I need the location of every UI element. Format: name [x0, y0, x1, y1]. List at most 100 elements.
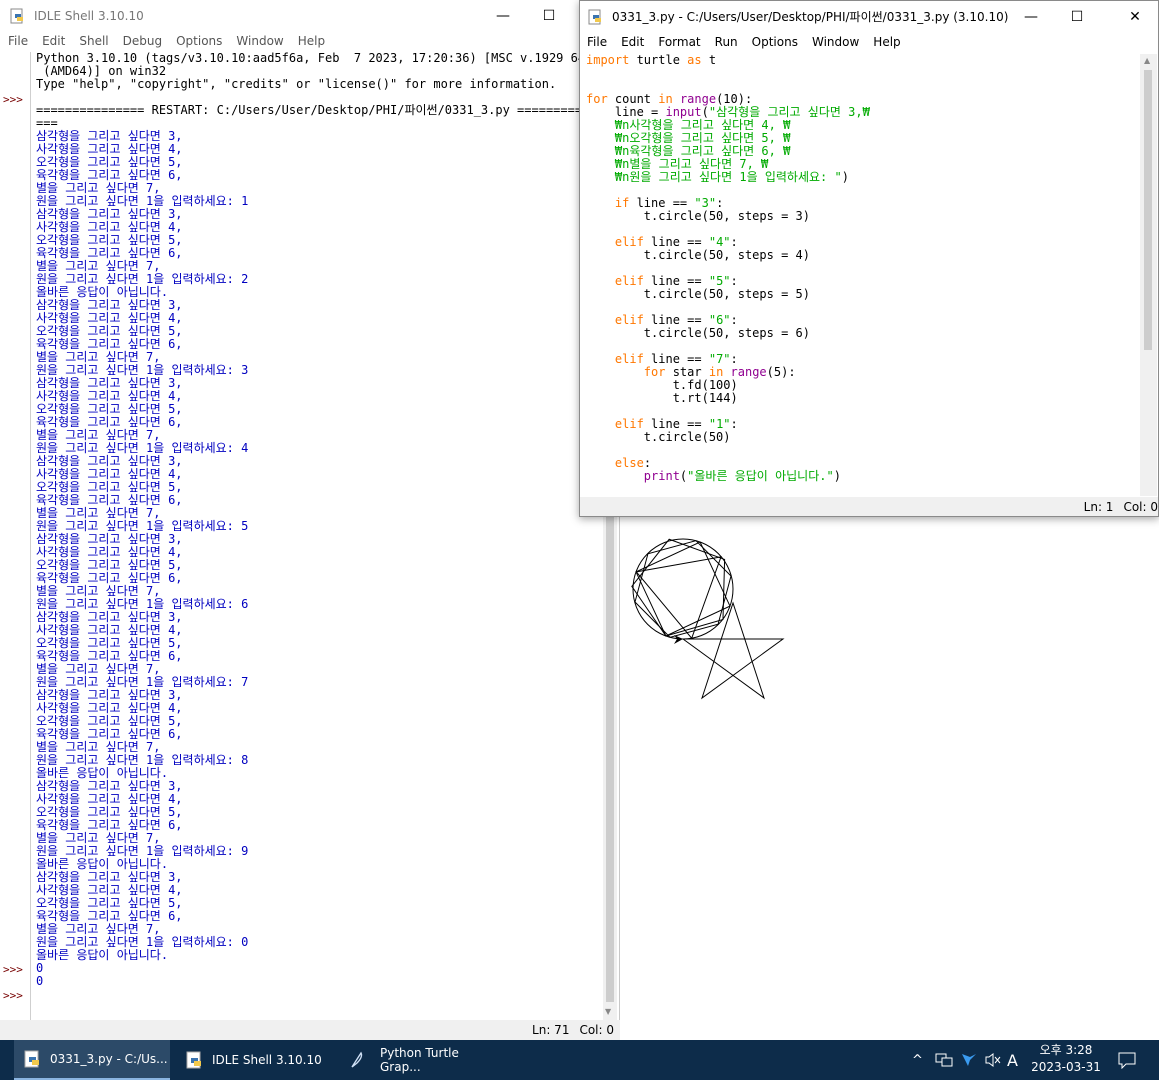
notification-center-icon[interactable]	[1117, 1040, 1137, 1080]
code-token: line ==	[629, 196, 695, 210]
code-token: "1"	[708, 417, 731, 431]
shell-output-line: =============== RESTART: C:/Users/User/D…	[36, 103, 590, 117]
shell-output-area[interactable]: Python 3.10.10 (tags/v3.10.10:aad5f6a, F…	[36, 52, 601, 1020]
scroll-up-arrow-icon[interactable]: ▲	[1144, 56, 1150, 65]
taskbar-item-label: Python Turtle Grap...	[380, 1046, 459, 1074]
shell-maximize-button[interactable]: ☐	[526, 0, 572, 31]
code-token: elif	[614, 417, 644, 431]
code-token: ₩n사각형을 그리고 싶다면 4, ₩	[586, 118, 791, 132]
code-token: "올바른 응답이 아닙니다."	[687, 469, 834, 483]
code-token: for	[643, 365, 666, 379]
code-token: :	[730, 235, 738, 249]
shell-output-line: 올바른 응답이 아닙니다.	[36, 948, 169, 962]
editor-menu-help[interactable]: Help	[873, 35, 900, 49]
vpn-app-icon[interactable]	[960, 1040, 978, 1080]
shell-prompt: >>>	[3, 989, 23, 1002]
editor-close-button[interactable]: ✕	[1112, 1, 1158, 32]
shell-menu-window[interactable]: Window	[236, 34, 283, 48]
code-line: t.circle(50, steps = 6)	[586, 327, 1133, 340]
turtle-graphics-canvas[interactable]	[620, 517, 1159, 1040]
editor-vertical-scrollbar[interactable]: ▲	[1140, 54, 1157, 496]
taskbar-item-label: 0331_3.py - C:/Us...	[50, 1052, 168, 1066]
shell-menu-edit[interactable]: Edit	[42, 34, 65, 48]
idle-editor-window[interactable]: 0331_3.py - C:/Users/User/Desktop/PHI/파이…	[579, 0, 1159, 517]
editor-column-number: Col: 0	[1123, 499, 1158, 514]
code-token: :	[730, 313, 738, 327]
code-token: :	[730, 352, 738, 366]
tray-overflow-chevron-icon[interactable]: ^	[912, 1040, 923, 1080]
shell-prompt: >>>	[3, 963, 23, 976]
turtle-feather-icon	[348, 1051, 366, 1069]
editor-scroll-thumb[interactable]	[1144, 70, 1152, 350]
shell-minimize-button[interactable]: —	[480, 0, 526, 31]
clock-date: 2023-03-31	[1031, 1060, 1101, 1074]
taskbar-item-editor[interactable]: 0331_3.py - C:/Us...	[14, 1040, 170, 1080]
code-token: turtle	[629, 54, 688, 67]
idle-app-icon	[10, 8, 26, 24]
shell-menubar: File Edit Shell Debug Options Window Hel…	[0, 31, 619, 51]
shell-menu-options[interactable]: Options	[176, 34, 222, 48]
editor-menu-file[interactable]: File	[587, 35, 607, 49]
code-token: line ==	[643, 352, 709, 366]
editor-menu-edit[interactable]: Edit	[621, 35, 644, 49]
code-token: t.circle(50, steps = 6)	[586, 326, 810, 340]
code-token: (5):	[766, 365, 796, 379]
code-token: :	[643, 456, 652, 470]
ime-text: A	[1007, 1050, 1018, 1070]
code-token: print	[643, 469, 680, 483]
windows-taskbar: 0331_3.py - C:/Us... IDLE Shell 3.10.10 …	[0, 1040, 1159, 1080]
network-icon[interactable]	[935, 1040, 953, 1080]
code-token: t.circle(50)	[586, 430, 731, 444]
shell-menu-shell[interactable]: Shell	[79, 34, 108, 48]
editor-statusbar: Ln: 1 Col: 0	[580, 497, 1158, 516]
ime-language-indicator[interactable]: A	[1007, 1040, 1018, 1080]
editor-menu-window[interactable]: Window	[812, 35, 859, 49]
code-token: elif	[614, 235, 644, 249]
code-token: "3"	[694, 196, 717, 210]
code-token: t.circle(50, steps = 5)	[586, 287, 810, 301]
code-token: star	[665, 365, 709, 379]
code-token: (	[701, 105, 709, 119]
code-token: line ==	[643, 274, 709, 288]
shell-menu-debug[interactable]: Debug	[123, 34, 162, 48]
code-token: "삼각형을 그리고 싶다면 3,₩	[708, 105, 870, 119]
editor-maximize-button[interactable]: ☐	[1054, 1, 1100, 32]
code-token: :	[730, 417, 738, 431]
code-token: t	[701, 54, 717, 67]
taskbar-clock[interactable]: 오후 3:28 2023-03-31	[1022, 1042, 1110, 1076]
shell-menu-file[interactable]: File	[8, 34, 28, 48]
code-token: )	[833, 469, 841, 483]
taskbar-item-shell[interactable]: IDLE Shell 3.10.10	[176, 1040, 334, 1080]
editor-menu-run[interactable]: Run	[715, 35, 738, 49]
editor-minimize-button[interactable]: —	[1008, 1, 1054, 32]
shell-statusbar: Ln: 71 Col: 0	[0, 1020, 620, 1040]
code-line: import turtle as t	[586, 54, 1133, 67]
code-token: ₩n원을 그리고 싶다면 1을 입력하세요: "	[586, 170, 842, 184]
shell-menu-help[interactable]: Help	[298, 34, 325, 48]
shell-line-number: Ln: 71	[532, 1023, 570, 1037]
editor-menu-options[interactable]: Options	[752, 35, 798, 49]
code-token: ₩n오각형을 그리고 싶다면 5, ₩	[586, 131, 791, 145]
code-token: line ==	[643, 313, 709, 327]
code-token: elif	[614, 352, 644, 366]
scroll-down-arrow-icon[interactable]: ▼	[605, 1007, 611, 1016]
idle-shell-window[interactable]: IDLE Shell 3.10.10 — ☐ File Edit Shell D…	[0, 0, 620, 1040]
code-line: t.circle(50, steps = 3)	[586, 210, 1133, 223]
editor-code-area[interactable]: import turtle as t for count in range(10)…	[586, 54, 1133, 496]
volume-muted-icon[interactable]	[984, 1040, 1002, 1080]
clock-time: 오후 3:28	[1039, 1043, 1093, 1057]
code-token: import	[586, 54, 630, 67]
taskbar-item-label: IDLE Shell 3.10.10	[212, 1053, 322, 1067]
code-token: line ==	[643, 417, 709, 431]
code-token: t.fd(100)	[586, 378, 738, 392]
shell-prompt-gutter: >>> >>> >>>	[0, 52, 31, 1020]
editor-menu-format[interactable]: Format	[658, 35, 700, 49]
taskbar-item-turtle[interactable]: Python Turtle Grap...	[338, 1040, 498, 1080]
shell-column-number: Col: 0	[579, 1023, 614, 1037]
